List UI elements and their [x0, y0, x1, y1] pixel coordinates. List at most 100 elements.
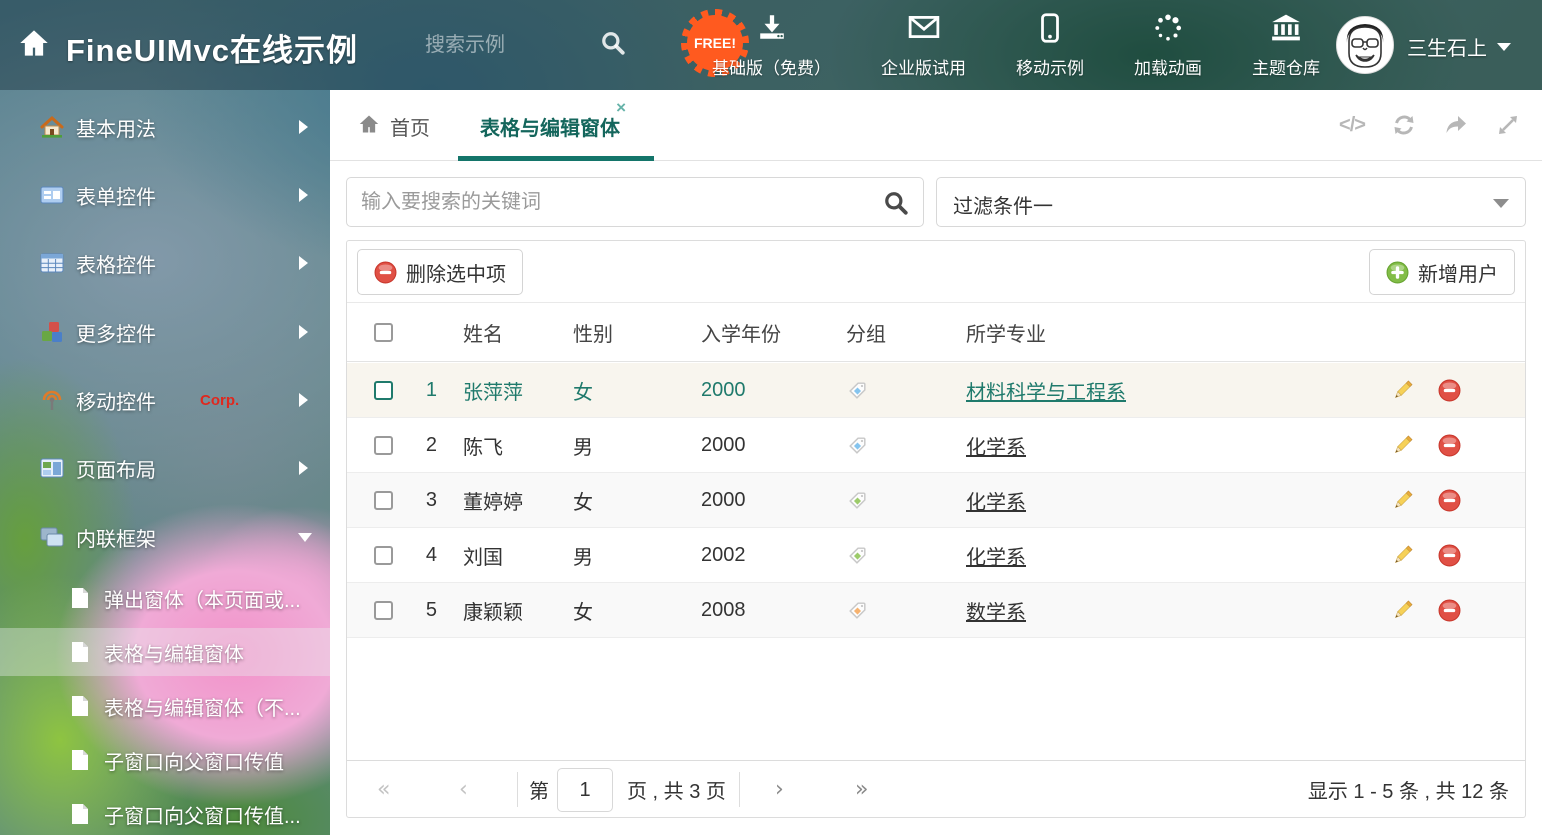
expand-icon[interactable] — [1494, 112, 1522, 138]
user-avatar[interactable] — [1336, 16, 1394, 74]
major-link[interactable]: 材料科学与工程系 — [966, 382, 1126, 404]
sidebar-item-grid-controls[interactable]: 表格控件 — [0, 236, 330, 290]
header-search-input[interactable] — [425, 25, 595, 65]
delete-row-icon[interactable] — [1438, 434, 1461, 457]
sidebar-item-label: 基本用法 — [76, 113, 156, 142]
delete-row-icon[interactable] — [1438, 599, 1461, 622]
minus-circle-icon — [374, 261, 397, 284]
header-nav: 基础版（免费） 企业版试用 移动示例 加载动画 — [712, 13, 1320, 79]
edit-pencil-icon[interactable] — [1391, 489, 1414, 512]
col-name-header[interactable]: 姓名 — [449, 318, 569, 347]
nav-basic-edition[interactable]: 基础版（免费） — [712, 13, 831, 79]
row-name: 陈飞 — [449, 431, 569, 460]
refresh-icon[interactable] — [1390, 112, 1418, 138]
form-icon — [40, 183, 64, 207]
sidebar-item-mobile-controls[interactable]: 移动控件 Corp. — [0, 373, 330, 427]
share-icon[interactable] — [1442, 112, 1470, 138]
sidebar-item-label: 表单控件 — [76, 181, 156, 210]
delete-row-icon[interactable] — [1438, 489, 1461, 512]
col-group-header[interactable]: 分组 — [842, 318, 962, 347]
sidebar-item-label: 更多控件 — [76, 318, 156, 347]
home-logo-icon[interactable] — [18, 28, 50, 63]
table-icon — [40, 251, 64, 275]
delete-row-icon[interactable] — [1438, 544, 1461, 567]
table-row[interactable]: 3 董婷婷 女 2000 化学系 — [347, 473, 1525, 528]
last-page-button[interactable]: » — [855, 761, 868, 818]
major-link[interactable]: 化学系 — [966, 492, 1026, 514]
edit-pencil-icon[interactable] — [1391, 434, 1414, 457]
chevron-right-icon — [299, 256, 308, 270]
sidebar-item-iframe[interactable]: 内联框架 — [0, 510, 330, 564]
chevron-right-icon — [299, 188, 308, 202]
major-link[interactable]: 数学系 — [966, 602, 1026, 624]
tab-close-icon[interactable]: × — [616, 98, 626, 118]
tag-icon — [846, 379, 869, 402]
pager-divider — [739, 772, 740, 807]
major-link[interactable]: 化学系 — [966, 547, 1026, 569]
col-major-header[interactable]: 所学专业 — [962, 318, 1385, 347]
header-search-icon[interactable] — [600, 30, 626, 61]
add-user-button[interactable]: 新增用户 — [1369, 249, 1515, 295]
table-row[interactable]: 5 康颖颖 女 2008 数学系 — [347, 583, 1525, 638]
col-year-header[interactable]: 入学年份 — [697, 318, 842, 347]
add-user-label: 新增用户 — [1418, 258, 1498, 287]
sidebar-item-more-controls[interactable]: 更多控件 — [0, 305, 330, 359]
edit-pencil-icon[interactable] — [1391, 379, 1414, 402]
select-all-checkbox[interactable] — [374, 323, 393, 342]
delete-row-icon[interactable] — [1438, 379, 1461, 402]
nav-theme-store[interactable]: 主题仓库 — [1252, 13, 1320, 79]
user-menu[interactable]: 三生石上 — [1407, 32, 1511, 61]
page-number-input[interactable] — [557, 768, 613, 812]
tab-grid-edit-window[interactable]: 表格与编辑窗体 × — [452, 90, 660, 161]
table-row[interactable]: 4 刘国 男 2002 化学系 — [347, 528, 1525, 583]
row-checkbox[interactable] — [374, 601, 393, 620]
row-index: 5 — [393, 599, 449, 622]
document-icon — [70, 641, 90, 663]
row-checkbox[interactable] — [374, 491, 393, 510]
sidebar-subitem-child-to-parent-2[interactable]: 子窗口向父窗口传值... — [0, 790, 330, 835]
sidebar-subitem-label: 弹出窗体（本页面或... — [104, 584, 301, 613]
filter-dropdown-value: 过滤条件一 — [953, 190, 1053, 219]
nav-mobile-demo[interactable]: 移动示例 — [1016, 13, 1084, 79]
nav-enterprise-trial[interactable]: 企业版试用 — [881, 13, 966, 79]
row-checkbox[interactable] — [374, 436, 393, 455]
edit-pencil-icon[interactable] — [1391, 544, 1414, 567]
delete-selected-label: 删除选中项 — [406, 258, 506, 287]
major-link[interactable]: 化学系 — [966, 437, 1026, 459]
sidebar-subitem-grid-edit-window[interactable]: 表格与编辑窗体 — [0, 628, 330, 676]
edit-pencil-icon[interactable] — [1391, 599, 1414, 622]
sidebar-item-page-layout[interactable]: 页面布局 — [0, 441, 330, 495]
sidebar-item-label: 页面布局 — [76, 454, 156, 483]
sidebar-subitem-popup-window[interactable]: 弹出窗体（本页面或... — [0, 574, 330, 622]
sidebar-subitem-child-to-parent[interactable]: 子窗口向父窗口传值 — [0, 736, 330, 784]
grid-panel: 删除选中项 新增用户 姓名 性别 入学年份 分组 所学专业 1 — [346, 240, 1526, 818]
sidebar-item-form-controls[interactable]: 表单控件 — [0, 168, 330, 222]
row-checkbox[interactable] — [374, 381, 393, 400]
row-year: 2000 — [697, 434, 842, 457]
next-page-button[interactable]: › — [775, 761, 784, 818]
row-checkbox[interactable] — [374, 546, 393, 565]
row-year: 2008 — [697, 599, 842, 622]
delete-selected-button[interactable]: 删除选中项 — [357, 249, 523, 295]
page-prefix-label: 第 — [529, 761, 549, 818]
prev-page-button[interactable]: ‹ — [459, 761, 468, 818]
col-gender-header[interactable]: 性别 — [569, 318, 697, 347]
nav-loading-animation[interactable]: 加载动画 — [1134, 13, 1202, 79]
row-year: 2000 — [697, 489, 842, 512]
nav-theme-store-label: 主题仓库 — [1252, 54, 1320, 79]
table-row[interactable]: 1 张萍萍 女 2000 材料科学与工程系 — [347, 363, 1525, 418]
first-page-button[interactable]: « — [377, 761, 390, 818]
keyword-search-input[interactable] — [361, 182, 861, 222]
view-code-icon[interactable]: </> — [1338, 112, 1366, 138]
row-gender: 男 — [569, 431, 697, 460]
row-year: 2002 — [697, 544, 842, 567]
antenna-icon — [40, 388, 64, 412]
search-icon[interactable] — [883, 190, 909, 221]
table-row[interactable]: 2 陈飞 男 2000 化学系 — [347, 418, 1525, 473]
sidebar-item-basic-usage[interactable]: 基本用法 — [0, 100, 330, 154]
filter-dropdown[interactable]: 过滤条件一 — [936, 177, 1526, 227]
home-icon — [358, 114, 380, 139]
app-title: FineUIMvc在线示例 — [66, 25, 358, 70]
tab-home[interactable]: 首页 — [358, 112, 430, 141]
sidebar-subitem-grid-edit-window-2[interactable]: 表格与编辑窗体（不... — [0, 682, 330, 730]
